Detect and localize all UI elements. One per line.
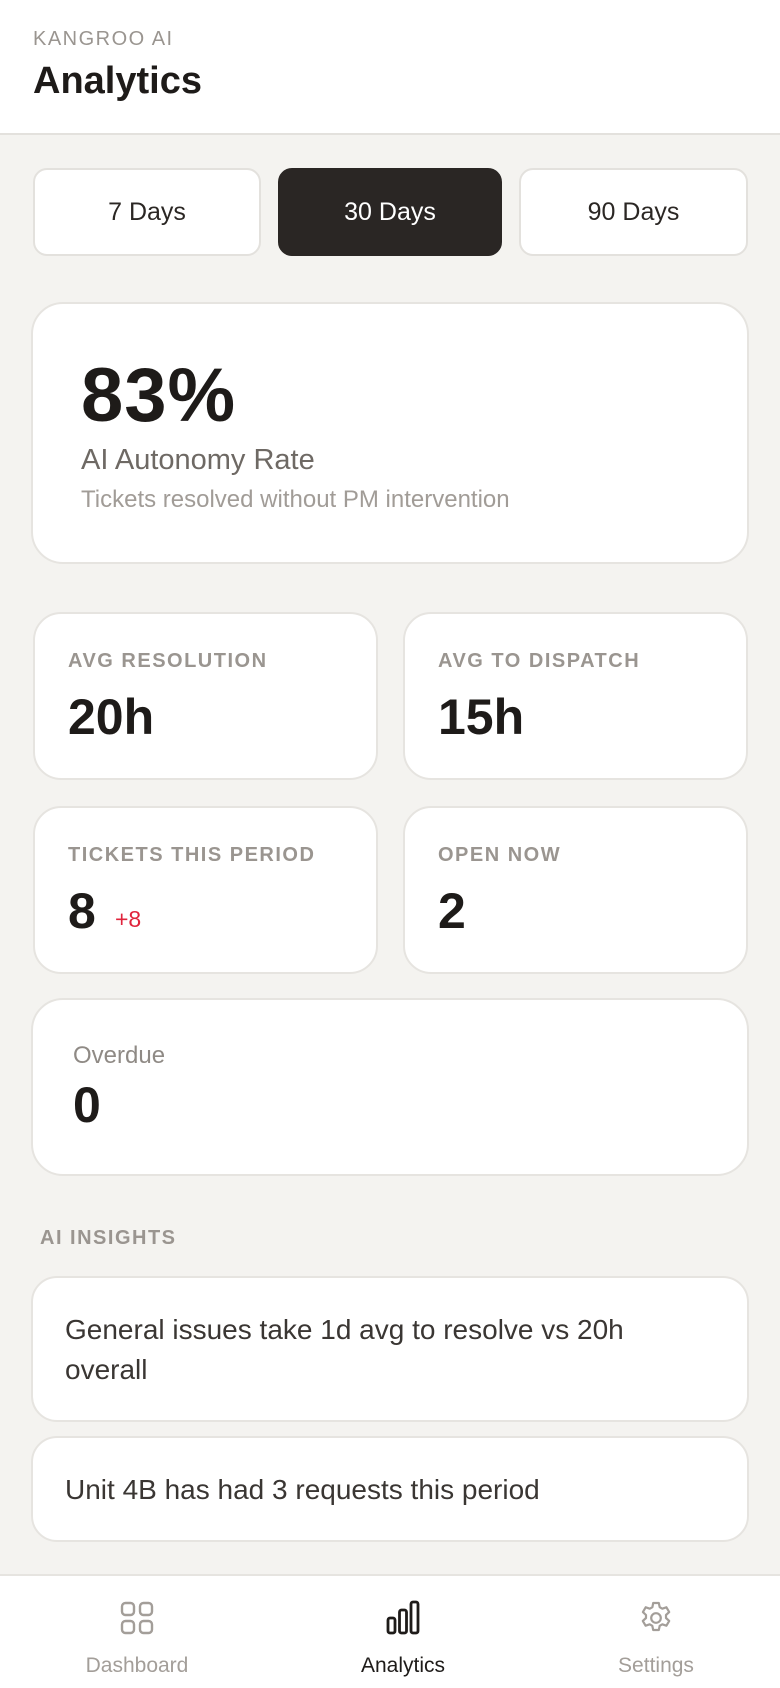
overdue-value: 0 bbox=[73, 1077, 101, 1133]
nav-label-analytics: Analytics bbox=[360, 1654, 446, 1677]
open-now-value: 2 bbox=[438, 883, 466, 939]
avg-dispatch-value: 15h bbox=[438, 689, 525, 745]
range-tab-7-days[interactable]: 7 Days bbox=[33, 168, 261, 256]
avg-dispatch-card: AVG TO DISPATCH 15h bbox=[403, 612, 748, 780]
nav-item-settings[interactable]: Settings bbox=[556, 1576, 756, 1688]
page-title: Analytics bbox=[33, 60, 202, 102]
avg-resolution-label: AVG RESOLUTION bbox=[68, 650, 268, 672]
autonomy-rate-card: 83% AI Autonomy Rate Tickets resolved wi… bbox=[31, 302, 749, 564]
avg-resolution-card: AVG RESOLUTION 20h bbox=[33, 612, 378, 780]
overdue-card: Overdue 0 bbox=[31, 998, 749, 1176]
bar-chart-icon bbox=[386, 1600, 420, 1635]
open-now-label: OPEN NOW bbox=[438, 844, 562, 866]
app-header: KANGROO AI Analytics bbox=[0, 0, 780, 135]
tickets-period-card: TICKETS THIS PERIOD 8 +8 bbox=[33, 806, 378, 974]
nav-label-dashboard: Dashboard bbox=[85, 1654, 189, 1677]
insight-text: Unit 4B has had 3 requests this period bbox=[65, 1474, 540, 1505]
overdue-label: Overdue bbox=[73, 1042, 166, 1069]
autonomy-rate-subtitle: Tickets resolved without PM intervention bbox=[81, 486, 510, 513]
autonomy-rate-label: AI Autonomy Rate bbox=[81, 444, 315, 476]
gear-icon bbox=[641, 1601, 671, 1632]
date-range-selector: 7 Days 30 Days 90 Days bbox=[33, 168, 748, 256]
nav-item-dashboard[interactable]: Dashboard bbox=[37, 1576, 237, 1688]
nav-label-settings: Settings bbox=[618, 1654, 694, 1677]
range-tab-30-days[interactable]: 30 Days bbox=[278, 168, 502, 256]
insight-card: General issues take 1d avg to resolve vs… bbox=[31, 1276, 749, 1422]
autonomy-rate-value: 83% bbox=[81, 353, 237, 438]
brand-name: KANGROO AI bbox=[33, 28, 174, 50]
insight-card: Unit 4B has had 3 requests this period bbox=[31, 1436, 749, 1542]
nav-item-analytics[interactable]: Analytics bbox=[303, 1576, 503, 1688]
open-now-card: OPEN NOW 2 bbox=[403, 806, 748, 974]
avg-dispatch-label: AVG TO DISPATCH bbox=[438, 650, 641, 672]
tickets-period-value: 8 bbox=[68, 883, 96, 939]
range-tab-90-days[interactable]: 90 Days bbox=[519, 168, 748, 256]
tickets-period-label: TICKETS THIS PERIOD bbox=[68, 844, 316, 866]
avg-resolution-value: 20h bbox=[68, 689, 155, 745]
ai-insights-heading: AI INSIGHTS bbox=[40, 1227, 177, 1249]
insight-text: General issues take 1d avg to resolve vs… bbox=[65, 1314, 624, 1385]
bottom-navigation: Dashboard Analytics Settings bbox=[0, 1574, 780, 1688]
grid-icon bbox=[120, 1601, 154, 1635]
tickets-period-delta: +8 bbox=[115, 906, 142, 932]
